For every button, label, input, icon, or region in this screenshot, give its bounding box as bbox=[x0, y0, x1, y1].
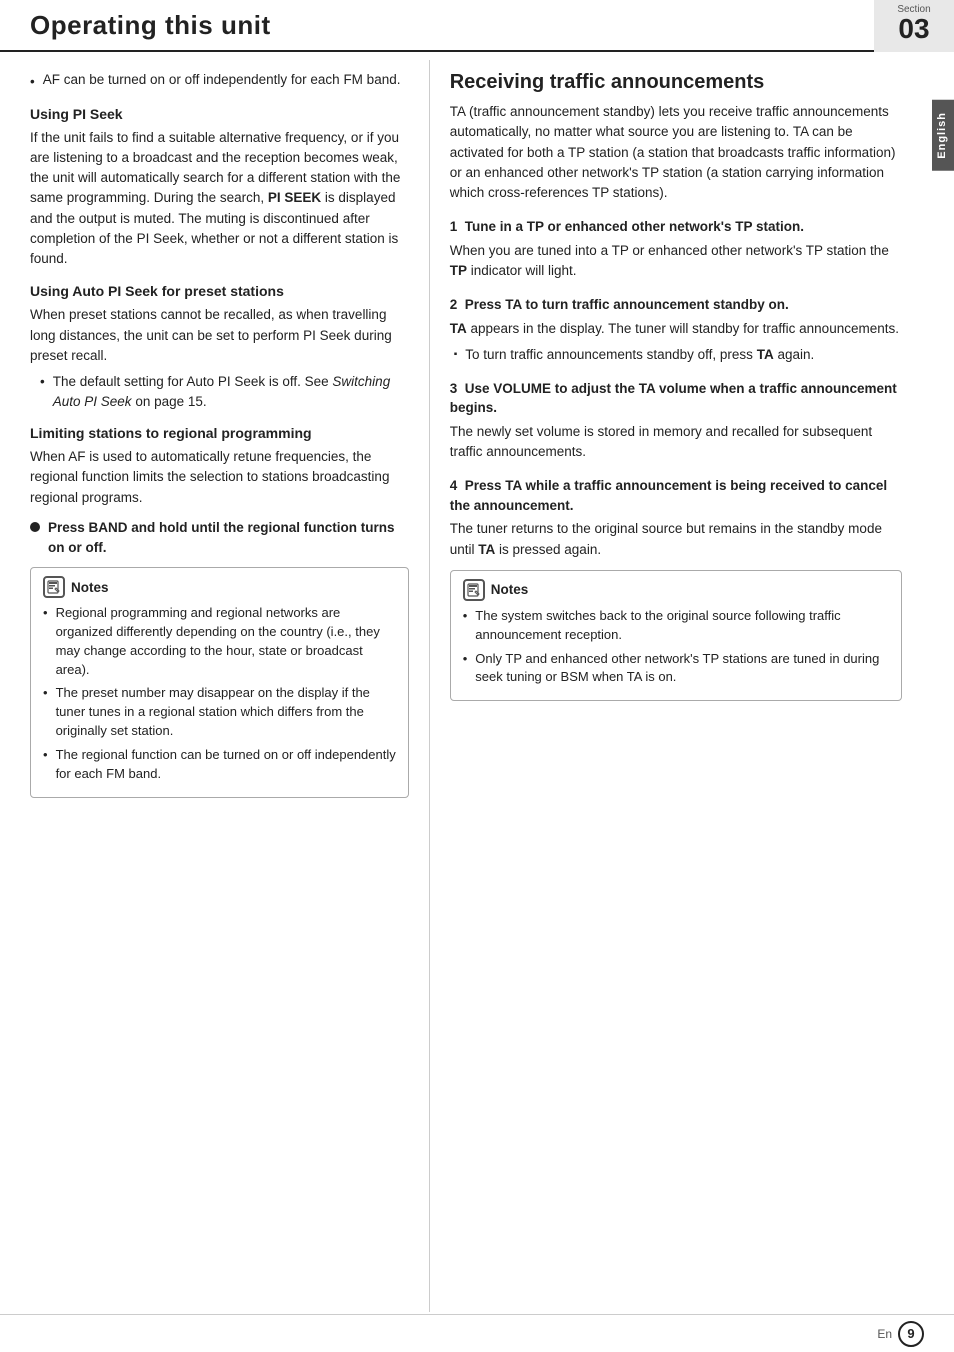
bullet-circle bbox=[30, 522, 40, 532]
step-2-sq-bullet: ▪ To turn traffic announcements standby … bbox=[454, 345, 902, 365]
step-2-body: TA appears in the display. The tuner wil… bbox=[450, 319, 902, 339]
left-column: • AF can be turned on or off independent… bbox=[0, 60, 429, 1312]
section-badge: Section 03 bbox=[874, 0, 954, 47]
bullet-dot: • bbox=[30, 72, 35, 92]
notes-icon bbox=[43, 576, 65, 598]
band-hold-text: Press BAND and hold until the regional f… bbox=[48, 518, 409, 557]
language-tab: English bbox=[932, 100, 954, 171]
left-notes-box: Notes • Regional programming and regiona… bbox=[30, 567, 409, 798]
page-number: 9 bbox=[898, 1321, 924, 1347]
footer-en-label: En bbox=[877, 1327, 892, 1341]
right-note-2: • Only TP and enhanced other network's T… bbox=[463, 650, 889, 688]
right-column: Receiving traffic announcements TA (traf… bbox=[429, 60, 932, 1312]
auto-pi-seek-body: When preset stations cannot be recalled,… bbox=[30, 305, 409, 366]
step-1-heading: 1 Tune in a TP or enhanced other network… bbox=[450, 217, 902, 237]
step-1-number: 1 bbox=[450, 219, 465, 234]
traffic-announcements-heading: Receiving traffic announcements bbox=[450, 70, 902, 94]
right-note-1: • The system switches back to the origin… bbox=[463, 607, 889, 645]
step-3-heading: 3 Use VOLUME to adjust the TA volume whe… bbox=[450, 379, 902, 418]
section-number: 03 bbox=[874, 15, 954, 47]
step-3-body: The newly set volume is stored in memory… bbox=[450, 422, 902, 463]
band-hold-instruction: Press BAND and hold until the regional f… bbox=[30, 518, 409, 557]
right-notes-box: Notes • The system switches back to the … bbox=[450, 570, 902, 701]
right-notes-title: Notes bbox=[463, 579, 889, 601]
auto-pi-seek-bullet: • The default setting for Auto PI Seek i… bbox=[40, 372, 409, 411]
step-2-number: 2 bbox=[450, 297, 465, 312]
intro-bullet: • AF can be turned on or off independent… bbox=[30, 70, 409, 92]
auto-pi-seek-heading: Using Auto PI Seek for preset stations bbox=[30, 283, 409, 299]
traffic-intro: TA (traffic announcement standby) lets y… bbox=[450, 102, 902, 203]
main-content: • AF can be turned on or off independent… bbox=[0, 60, 932, 1312]
header-bar: Operating this unit Section 03 bbox=[0, 0, 954, 52]
left-note-2: • The preset number may disappear on the… bbox=[43, 684, 396, 741]
pi-seek-heading: Using PI Seek bbox=[30, 106, 409, 122]
step-4-number: 4 bbox=[450, 478, 465, 493]
step-4-heading: 4 Press TA while a traffic announcement … bbox=[450, 476, 902, 515]
page-title: Operating this unit bbox=[30, 10, 271, 41]
footer: En 9 bbox=[0, 1314, 954, 1352]
right-notes-icon bbox=[463, 579, 485, 601]
step-1-body: When you are tuned into a TP or enhanced… bbox=[450, 241, 902, 282]
left-notes-title: Notes bbox=[43, 576, 396, 598]
pi-seek-body: If the unit fails to find a suitable alt… bbox=[30, 128, 409, 270]
left-note-1: • Regional programming and regional netw… bbox=[43, 604, 396, 679]
intro-bullet-text: AF can be turned on or off independently… bbox=[43, 70, 401, 92]
step-4-body: The tuner returns to the original source… bbox=[450, 519, 902, 560]
step-3-number: 3 bbox=[450, 381, 465, 396]
limiting-stations-heading: Limiting stations to regional programmin… bbox=[30, 425, 409, 441]
left-note-3: • The regional function can be turned on… bbox=[43, 746, 396, 784]
step-2-heading: 2 Press TA to turn traffic announcement … bbox=[450, 295, 902, 315]
limiting-stations-body: When AF is used to automatically retune … bbox=[30, 447, 409, 508]
